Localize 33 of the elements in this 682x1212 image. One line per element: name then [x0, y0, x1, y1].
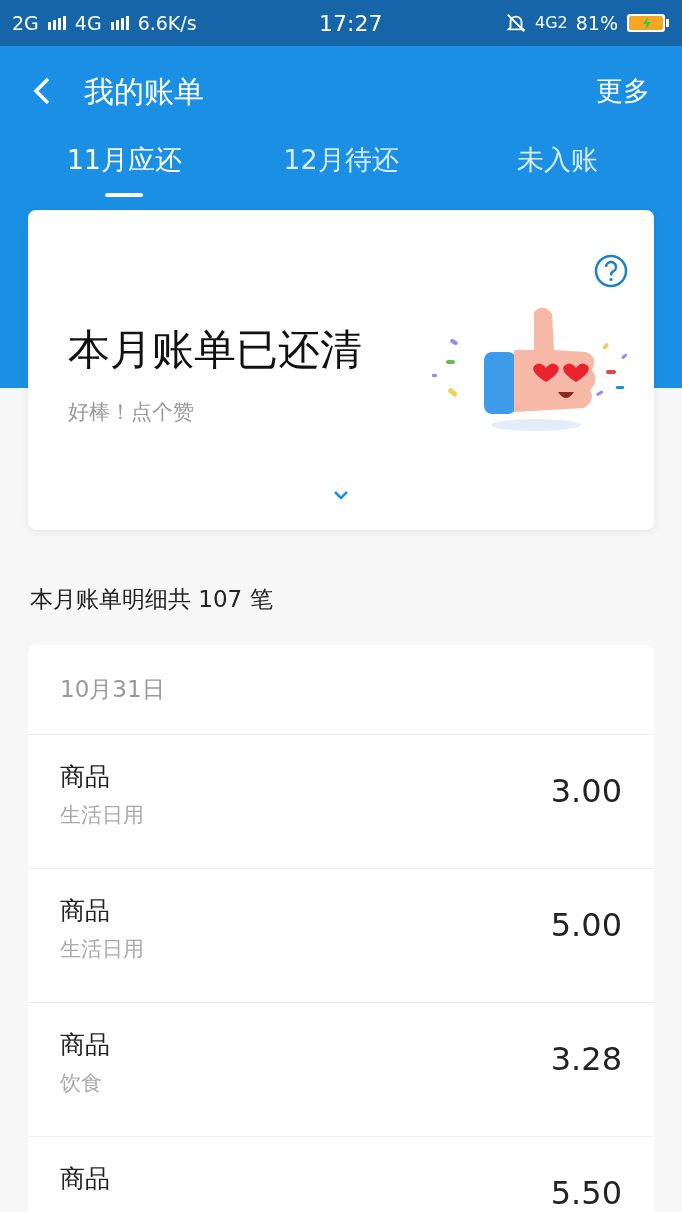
transaction-name: 商品	[60, 760, 111, 792]
muted-bell-icon	[505, 12, 527, 34]
transaction-amount: 3.00	[550, 774, 622, 807]
status-text: 6.6K/s	[137, 10, 197, 36]
status-text: 2G	[12, 10, 39, 36]
transaction-row[interactable]: 商品 生活日用 5.00	[28, 868, 654, 1003]
signal-icon	[109, 16, 130, 30]
signal-icon	[46, 16, 67, 30]
back-icon[interactable]	[32, 76, 52, 106]
battery-percent: 81%	[575, 10, 618, 36]
transaction-row[interactable]: 商品 饮食 3.28	[28, 1002, 654, 1137]
chevron-down-icon[interactable]	[333, 490, 349, 500]
transaction-name: 商品	[60, 1028, 111, 1060]
transaction-category: 生活日用	[60, 801, 145, 829]
transaction-row[interactable]: 商品 生活日用 3.00	[28, 734, 654, 869]
help-icon[interactable]	[594, 254, 628, 288]
transaction-name: 商品	[60, 894, 111, 926]
transaction-category: 生活日用	[60, 935, 145, 963]
transaction-category: 饮食	[60, 1069, 103, 1097]
transaction-name: 商品	[60, 1162, 111, 1194]
network-label: 4G2	[535, 12, 568, 34]
detail-heading: 本月账单明细共 107 笔	[30, 586, 273, 612]
transaction-amount: 5.50	[550, 1176, 622, 1209]
summary-subtitle: 好棒！点个赞	[68, 399, 195, 426]
battery-icon	[626, 13, 670, 33]
page-title: 我的账单	[84, 72, 204, 111]
transaction-amount: 5.00	[550, 908, 622, 941]
transaction-amount: 3.28	[550, 1042, 622, 1075]
transaction-row[interactable]: 商品 5.50	[28, 1136, 654, 1212]
clock: 17:27	[319, 9, 383, 38]
status-text: 4G	[74, 10, 102, 36]
summary-title: 本月账单已还清	[68, 324, 362, 376]
date-label: 10月31日	[60, 674, 165, 704]
